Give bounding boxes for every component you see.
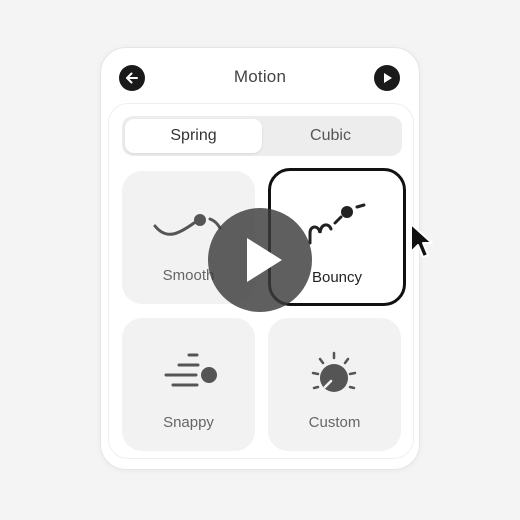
snappy-motion-icon bbox=[164, 353, 217, 387]
play-icon bbox=[384, 73, 392, 83]
preset-label: Snappy bbox=[163, 414, 214, 431]
play-button[interactable] bbox=[374, 65, 400, 91]
custom-dial-icon bbox=[311, 351, 357, 392]
preset-custom[interactable]: Custom bbox=[268, 318, 401, 451]
panel-header: Motion bbox=[101, 48, 419, 108]
page-title: Motion bbox=[233, 67, 287, 86]
segment-spring[interactable]: Spring bbox=[125, 119, 262, 153]
preset-label: Custom bbox=[308, 414, 361, 431]
play-overlay-icon bbox=[247, 238, 282, 282]
preset-snappy[interactable]: Snappy bbox=[122, 318, 255, 451]
video-play-overlay[interactable] bbox=[208, 208, 312, 312]
curve-type-segmented-control: Spring Cubic bbox=[122, 116, 402, 156]
stage: Motion Spring Cubic Smooth Bouncy Snappy… bbox=[0, 0, 520, 520]
mouse-pointer-icon bbox=[410, 223, 433, 258]
segment-cubic[interactable]: Cubic bbox=[262, 119, 399, 153]
